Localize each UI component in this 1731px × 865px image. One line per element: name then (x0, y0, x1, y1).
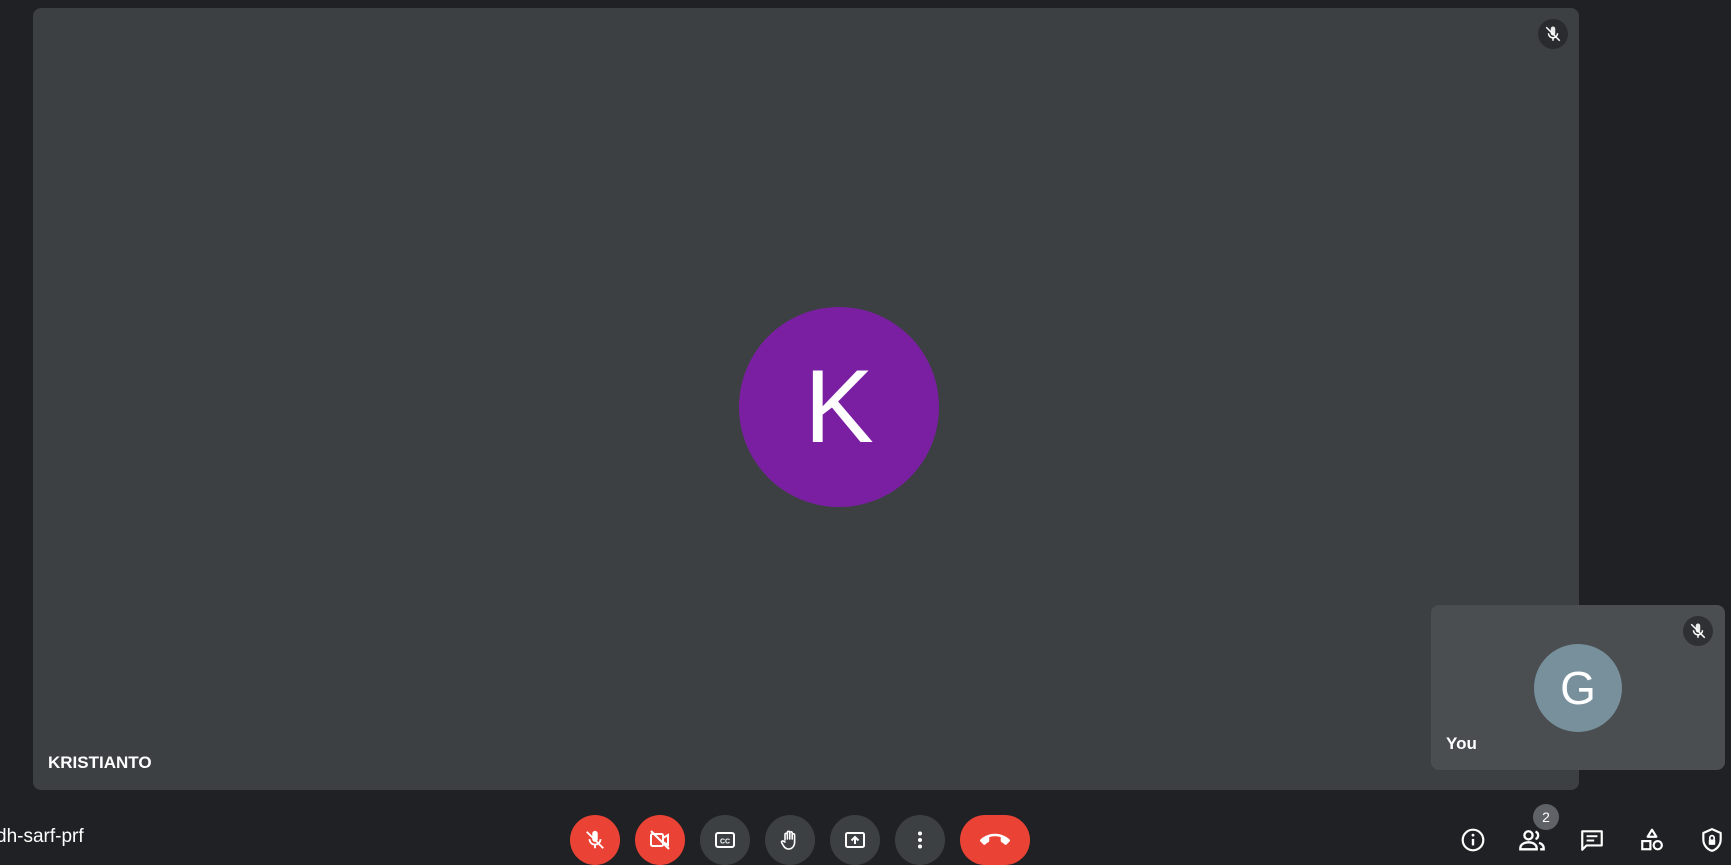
info-icon (1461, 828, 1485, 852)
camera-toggle-button[interactable] (635, 815, 685, 865)
self-participant-initial: G (1560, 662, 1596, 714)
leave-call-button[interactable] (960, 815, 1030, 865)
main-participant-tile[interactable]: K KRISTIANTO (33, 8, 1579, 790)
self-participant-tile[interactable]: G You (1431, 605, 1725, 770)
shield-lock-icon (1702, 828, 1722, 852)
host-controls-button[interactable] (1692, 820, 1731, 860)
self-participant-mic-off-icon (1683, 616, 1713, 646)
chat-icon (1581, 830, 1603, 851)
main-participant-mic-off-icon (1538, 19, 1568, 49)
mic-off-icon (586, 830, 604, 849)
main-participant-avatar: K (739, 307, 939, 507)
videocam-off-icon (650, 830, 670, 850)
meeting-details-button[interactable] (1453, 820, 1493, 860)
shapes-icon (1641, 828, 1663, 851)
activities-button[interactable] (1632, 820, 1672, 860)
more-vert-icon (918, 831, 922, 849)
meeting-code: dh-sarf-prf (0, 826, 84, 847)
present-to-all-icon (845, 832, 865, 848)
closed-caption-icon: CC (715, 832, 735, 848)
self-participant-name: You (1446, 734, 1477, 753)
self-participant-avatar: G (1534, 644, 1622, 732)
chat-button[interactable] (1572, 820, 1612, 860)
mic-toggle-button[interactable] (570, 815, 620, 865)
hand-icon (780, 830, 796, 850)
more-options-button[interactable] (895, 815, 945, 865)
captions-button[interactable]: CC (700, 815, 750, 865)
participant-count-badge: 2 (1533, 804, 1559, 830)
people-icon (1519, 830, 1545, 851)
present-screen-button[interactable] (830, 815, 880, 865)
raise-hand-button[interactable] (765, 815, 815, 865)
main-participant-name: KRISTIANTO (48, 753, 152, 772)
main-participant-initial: K (804, 348, 874, 465)
svg-text:CC: CC (720, 839, 730, 846)
call-end-icon (980, 833, 1010, 845)
